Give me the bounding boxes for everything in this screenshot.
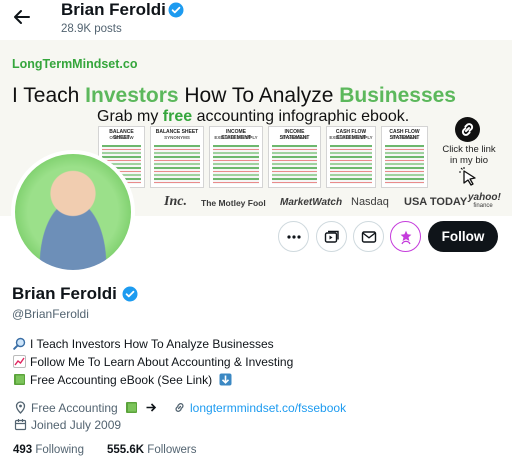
following-label: Following (35, 444, 84, 456)
following-count: 493 (13, 444, 33, 456)
sheet-subtitle: EXPLAINED SIMPLY (329, 135, 373, 140)
usa-today-logo: USA TODAY (404, 196, 468, 208)
sheet-rows (385, 145, 424, 184)
calendar-icon (14, 419, 27, 431)
banner-subheadline: Grab my free accounting infographic eboo… (97, 108, 409, 126)
sheet-rows (330, 145, 372, 184)
website-link[interactable]: longtermmindset.co/fssebook (190, 401, 346, 415)
bio-text: I Teach Investors How To Analyze Busines… (30, 337, 274, 351)
profile-name: Brian Feroldi (12, 284, 117, 303)
headline-highlight: Businesses (339, 84, 456, 107)
followers-count: 555.6K (107, 444, 145, 456)
joined-text: Joined July 2009 (31, 418, 122, 432)
sheet-subtitle: EXPLAINED SIMPLY (214, 135, 258, 140)
followers-stat[interactable]: 555.6K Followers (107, 444, 197, 456)
follow-button[interactable]: Follow (428, 221, 498, 252)
chain-link-icon (455, 117, 480, 142)
bio-line: Follow Me To Learn About Accounting & In… (13, 355, 293, 369)
motley-fool-logo: The Motley Fool (201, 198, 266, 208)
infographic-sheet: BALANCE SHEET SYNONYMS (150, 126, 204, 188)
banner-site-name: LongTermMindset.co (12, 57, 138, 71)
profile-joined: Joined July 2009 (14, 418, 121, 432)
message-icon (361, 231, 377, 243)
link-icon (175, 403, 184, 412)
headline-part: I Teach (12, 84, 86, 107)
profile-handle: @BrianFeroldi (12, 307, 89, 321)
pointer-cursor-icon (458, 166, 480, 188)
following-stat[interactable]: 493 Following (13, 444, 84, 456)
verified-badge-icon[interactable] (122, 286, 138, 302)
caption-line: Click the link (442, 144, 496, 155)
bio-text: Follow Me To Learn About Accounting & In… (30, 355, 294, 369)
caption-line: in my bio (449, 155, 488, 166)
sheet-rows (213, 145, 259, 184)
headline-part: How To Analyze (178, 84, 340, 107)
bio-line: Free Accounting eBook (See Link) (13, 373, 232, 387)
sheet-rows (154, 145, 200, 184)
sheet-rows (272, 145, 317, 184)
sheet-subtitle: SYNONYMS (164, 135, 190, 140)
subscriptions-icon (324, 230, 339, 243)
sheet-subtitle: SYNONYMS (281, 135, 308, 140)
down-arrow-icon (219, 373, 232, 386)
header-name: Brian Feroldi (61, 0, 166, 19)
green-book-icon (14, 374, 25, 385)
press-logos: Inc. The Motley Fool MarketWatch Nasdaq … (162, 193, 510, 215)
infographic-sheet: CASH FLOW STATEMENT SYNONYMS (381, 126, 428, 188)
header-post-count: 28.9K posts (61, 23, 122, 35)
back-arrow-icon[interactable] (10, 6, 32, 28)
yahoo-finance-sub: finance (473, 203, 493, 209)
profile-header: Brian Feroldi 28.9K posts (0, 0, 512, 40)
bio-line: I Teach Investors How To Analyze Busines… (13, 337, 274, 351)
inc-logo: Inc. (164, 194, 187, 209)
verified-badge-icon (168, 2, 184, 18)
chart-up-icon (13, 355, 26, 368)
banner-headline: I Teach Investors How To Analyze Busines… (12, 84, 456, 108)
subscriptions-button[interactable] (316, 221, 347, 252)
infographic-thumbnails: BALANCE SHEET OVERVIEW BALANCE SHEET SYN… (98, 126, 428, 188)
location-text: Free Accounting (31, 401, 118, 415)
nasdaq-logo: Nasdaq (351, 196, 389, 208)
subheadline-free: free (162, 108, 193, 125)
yahoo-finance-logo: yahoo! finance (468, 193, 501, 211)
location-pin-icon (15, 401, 26, 414)
avatar[interactable] (11, 150, 135, 274)
infographic-sheet: INCOME STATEMENT EXPLAINED SIMPLY (209, 126, 263, 188)
marketwatch-logo: MarketWatch (280, 197, 343, 208)
bio-text: Free Accounting eBook (See Link) (30, 373, 213, 387)
followers-label: Followers (147, 444, 197, 456)
notify-icon (400, 230, 412, 245)
green-book-icon (126, 402, 138, 413)
sheet-subtitle: SYNONYMS (391, 135, 418, 140)
notify-button[interactable] (390, 221, 421, 252)
more-icon (287, 235, 301, 239)
subheadline-part: Grab my (97, 108, 163, 125)
profile-location: Free Accounting (14, 401, 162, 415)
headline-highlight: Investors (85, 84, 179, 107)
message-button[interactable] (353, 221, 384, 252)
subheadline-part: accounting infographic ebook. (192, 108, 410, 125)
right-arrow-icon (146, 403, 157, 412)
sheet-subtitle: OVERVIEW (109, 135, 134, 140)
infographic-sheet: CASH FLOW STATEMENT EXPLAINED SIMPLY (326, 126, 376, 188)
click-link-caption: Click the link in my bio (434, 144, 504, 166)
magnifier-icon (13, 337, 26, 350)
infographic-sheet: INCOME STATEMENT SYNONYMS (268, 126, 321, 188)
profile-website[interactable]: longtermmindset.co/fssebook (173, 401, 346, 415)
more-button[interactable] (278, 221, 309, 252)
